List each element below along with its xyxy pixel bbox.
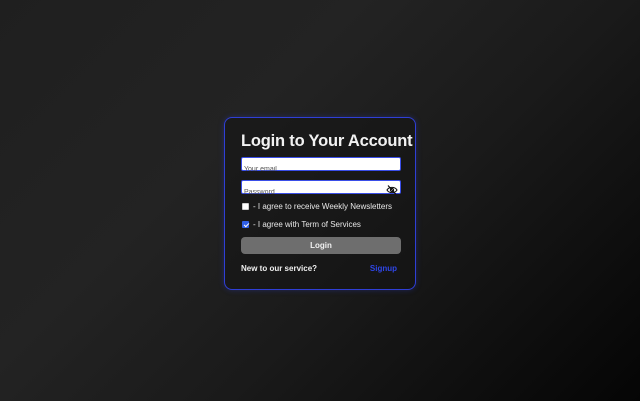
email-field[interactable] (242, 163, 400, 176)
eye-slash-icon[interactable] (386, 182, 398, 195)
login-title: Login to Your Account (241, 132, 413, 150)
terms-checkbox[interactable] (242, 221, 249, 228)
newsletter-row[interactable]: - I agree to receive Weekly Newsletters (242, 202, 392, 211)
password-field[interactable] (242, 186, 400, 199)
new-to-service-text: New to our service? (241, 264, 318, 273)
email-field-wrapper (241, 157, 401, 176)
newsletter-label: - I agree to receive Weekly Newsletters (253, 202, 393, 211)
newsletter-checkbox[interactable] (242, 203, 249, 210)
terms-label: - I agree with Term of Services (253, 220, 361, 229)
login-button[interactable]: Login (241, 237, 401, 254)
login-card: Login to Your Account - I agree to recei… (224, 117, 416, 290)
password-field-wrapper (241, 180, 401, 199)
signup-link[interactable]: Signup (370, 264, 397, 273)
terms-row[interactable]: - I agree with Term of Services (242, 220, 361, 229)
